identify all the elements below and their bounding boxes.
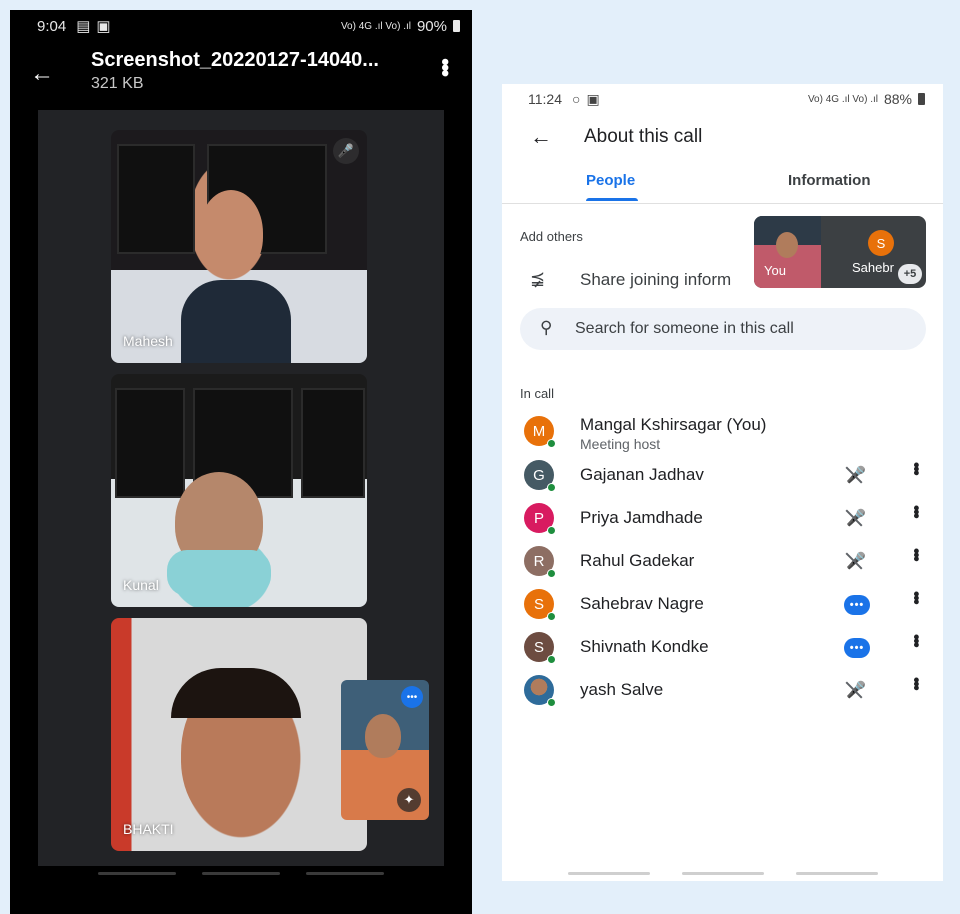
status-bar: 9:04 ▤ ▣ Vo) 4G .ıl Vo) .ıl 90% <box>10 10 472 42</box>
participant-row[interactable]: P Priya Jamdhade 🎤 ••• <box>502 499 943 539</box>
tile-name: Mahesh <box>123 333 173 349</box>
participant-row[interactable]: S Sahebrav Nagre ••• ••• <box>502 585 943 625</box>
file-size: 321 KB <box>91 75 144 92</box>
online-indicator <box>547 612 556 621</box>
video-tile: BHAKTI <box>111 618 367 851</box>
status-bar: 11:24 ○ ▣ Vo) 4G .ıl Vo) .ıl 88% <box>502 84 943 114</box>
signal-icon: Vo) 4G .ıl Vo) .ıl <box>807 93 878 105</box>
more-options-icon[interactable]: ••• <box>906 462 926 474</box>
battery-icon <box>453 20 460 32</box>
right-phone-screen: 11:24 ○ ▣ Vo) 4G .ıl Vo) .ıl 88% ← About… <box>502 84 943 881</box>
participant-name: Sahebrav Nagre <box>580 594 704 613</box>
left-phone-screen: 9:04 ▤ ▣ Vo) 4G .ıl Vo) .ıl 90% ← Screen… <box>10 10 472 914</box>
more-options-icon[interactable]: ••• <box>906 505 926 517</box>
participant-name: Rahul Gadekar <box>580 551 695 570</box>
face-mask <box>167 550 271 596</box>
share-icon[interactable]: ⪵ <box>530 268 545 289</box>
tile-name: BHAKTI <box>123 821 174 837</box>
tab-people[interactable]: People <box>586 172 635 189</box>
avatar: S <box>868 230 894 256</box>
tile-name: Kunal <box>123 577 159 593</box>
share-joining-info-button[interactable]: Share joining inform <box>580 270 731 290</box>
participant-row[interactable]: yash Salve 🎤 ••• <box>502 671 943 711</box>
battery-level: 90% <box>416 17 447 35</box>
participant-row[interactable]: G Gajanan Jadhav 🎤 ••• <box>502 456 943 496</box>
participant-row[interactable]: M Mangal Kshirsagar (You) Meeting host <box>502 412 943 452</box>
participant-name: Gajanan Jadhav <box>580 465 704 484</box>
online-indicator <box>547 655 556 664</box>
add-others-label: Add others <box>520 229 583 244</box>
self-thumbnail: You <box>754 216 821 288</box>
mic-off-icon: 🎤 <box>846 467 866 484</box>
more-participants-badge: +5 <box>898 264 922 284</box>
speaking-icon: ••• <box>844 638 870 658</box>
mic-off-icon: 🎤 <box>333 138 359 164</box>
status-time: 9:04 <box>37 17 67 35</box>
video-tile: 🎤 Mahesh <box>111 130 367 363</box>
more-options-icon[interactable]: ••• <box>906 677 926 689</box>
wall-poster <box>115 388 185 498</box>
participant-role: Meeting host <box>580 436 661 452</box>
participant-row[interactable]: R Rahul Gadekar 🎤 ••• <box>502 542 943 582</box>
more-options-icon[interactable]: ••• <box>906 591 926 603</box>
video-tile: Kunal <box>111 374 367 607</box>
back-arrow-icon[interactable]: ← <box>530 126 552 148</box>
online-indicator <box>547 569 556 578</box>
online-indicator <box>547 439 556 448</box>
participant-row[interactable]: S Shivnath Kondke ••• ••• <box>502 628 943 668</box>
online-indicator <box>547 483 556 492</box>
more-options-icon[interactable]: ••• <box>906 548 926 560</box>
call-mini-preview[interactable]: You S Sahebr +5 <box>754 216 926 288</box>
participant-name: Shivnath Kondke <box>580 637 709 656</box>
mic-off-icon: 🎤 <box>846 553 866 570</box>
self-view-tile[interactable]: ••• ✦ <box>341 680 429 820</box>
search-input[interactable]: ⚲ Search for someone in this call <box>520 308 926 350</box>
participant-face <box>776 232 798 258</box>
participant-name: Mangal Kshirsagar (You) <box>580 415 767 434</box>
more-options-icon[interactable]: ••• <box>432 58 458 75</box>
search-placeholder: Search for someone in this call <box>575 320 794 337</box>
status-time: 11:24 <box>528 91 562 107</box>
online-indicator <box>547 698 556 707</box>
message-icon: ▤ <box>76 18 91 35</box>
speaking-icon: ••• <box>844 595 870 615</box>
nav-bar <box>502 872 943 875</box>
file-title: Screenshot_20220127-14040... <box>91 49 379 71</box>
tab-bar: People Information <box>502 170 943 204</box>
screenshot-icon: ▣ <box>96 18 111 35</box>
signal-icon: Vo) 4G .ıl Vo) .ıl <box>340 20 411 32</box>
wall-poster <box>301 388 365 498</box>
you-label: You <box>764 263 786 278</box>
participant-name: yash Salve <box>580 680 664 699</box>
tab-information[interactable]: Information <box>788 172 871 189</box>
speaking-icon: ••• <box>401 686 423 708</box>
wall-poster <box>117 144 195 254</box>
screenshot-icon: ▣ <box>586 90 600 107</box>
online-indicator <box>547 526 556 535</box>
nav-bar <box>10 872 472 875</box>
participant-face <box>365 714 401 758</box>
active-tab-indicator <box>586 198 638 201</box>
page-title: About this call <box>584 126 703 147</box>
effects-icon[interactable]: ✦ <box>397 788 421 812</box>
mic-off-icon: 🎤 <box>846 510 866 527</box>
more-options-icon[interactable]: ••• <box>906 634 926 646</box>
search-icon: ⚲ <box>540 318 553 337</box>
participant-name: Sahebr <box>852 260 894 275</box>
participant-name: Priya Jamdhade <box>580 508 703 527</box>
screenshot-preview: 🎤 Mahesh Kunal BHAKTI ••• ✦ <box>38 110 444 866</box>
in-call-label: In call <box>520 386 554 401</box>
participant-face <box>199 190 263 276</box>
mic-off-icon: 🎤 <box>846 682 866 699</box>
battery-level: 88% <box>883 91 912 107</box>
viewer-header: ← Screenshot_20220127-14040... 321 KB ••… <box>10 48 472 108</box>
battery-icon <box>918 93 925 105</box>
back-arrow-icon[interactable]: ← <box>30 62 54 86</box>
cast-icon: ○ <box>572 91 581 107</box>
